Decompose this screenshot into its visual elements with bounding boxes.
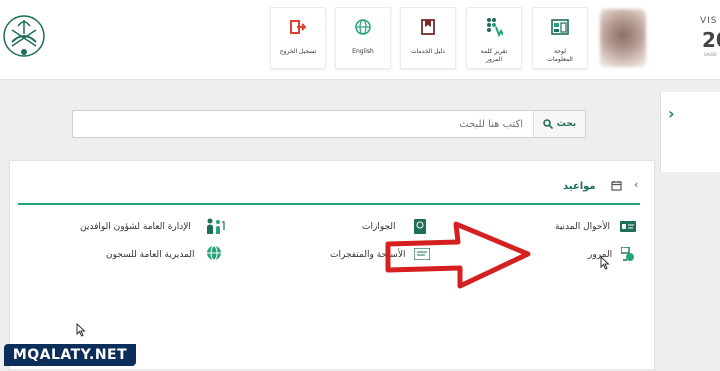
logout-button[interactable]: تسجيل الخروج [270, 7, 326, 69]
english-label: English [352, 48, 374, 55]
mouse-cursor-icon [76, 323, 86, 337]
appointments-title: مواعيد [563, 181, 596, 192]
red-arrow-annotation [385, 221, 531, 289]
search-input[interactable] [73, 111, 533, 137]
logout-label: تسجيل الخروج [279, 48, 317, 55]
traffic-report-button[interactable]: تقرير كلمة المرور [466, 7, 522, 69]
traffic-icon [487, 18, 503, 37]
mouse-cursor-icon [600, 256, 610, 270]
dashboard-icon [551, 19, 569, 35]
services-guide-label: دليل الخدمات [411, 48, 445, 55]
vision-2030-label: VIS [700, 16, 718, 26]
search-icon [542, 119, 553, 129]
chevron-left-icon[interactable]: ‹ [634, 178, 638, 191]
expats-icon [207, 218, 225, 234]
search-button-label: بحث [556, 119, 577, 129]
service-prisons[interactable]: المديرية العامة للسجون [106, 250, 194, 260]
services-guide-button[interactable]: دليل الخدمات [400, 7, 456, 69]
service-expat-affairs[interactable]: الإدارة العامة لشؤون الوافدين [80, 222, 191, 232]
english-button[interactable]: English [335, 7, 391, 69]
traffic-report-label: تقرير كلمة المرور [480, 48, 508, 63]
chevron-right-icon[interactable]: › [668, 104, 675, 123]
globe-service-icon [207, 245, 221, 261]
appointments-divider [18, 203, 640, 205]
dashboard-button[interactable]: لوحة المعلومات [532, 7, 588, 69]
vision-2030-number: 20 [702, 28, 720, 52]
search-bar: بحث [72, 110, 586, 138]
calendar-icon [611, 181, 622, 191]
dashboard-label: لوحة المعلومات [547, 48, 573, 63]
user-avatar[interactable] [600, 9, 646, 67]
id-card-icon [620, 221, 636, 232]
appointments-card [9, 160, 655, 370]
saudi-emblem-logo [3, 15, 45, 57]
logout-icon [290, 20, 306, 34]
traffic-service-icon [621, 247, 634, 261]
watermark-logo: MQALATY.NET [4, 344, 136, 366]
search-button[interactable]: بحث [533, 111, 585, 137]
book-icon [421, 19, 435, 35]
top-header: تسجيل الخروج English دليل الخدمات تقرير … [0, 0, 720, 80]
globe-icon [355, 19, 371, 35]
vision-2030-sub: SAUDI [704, 52, 717, 57]
service-civil-affairs[interactable]: الأحوال المدنية [555, 222, 610, 232]
